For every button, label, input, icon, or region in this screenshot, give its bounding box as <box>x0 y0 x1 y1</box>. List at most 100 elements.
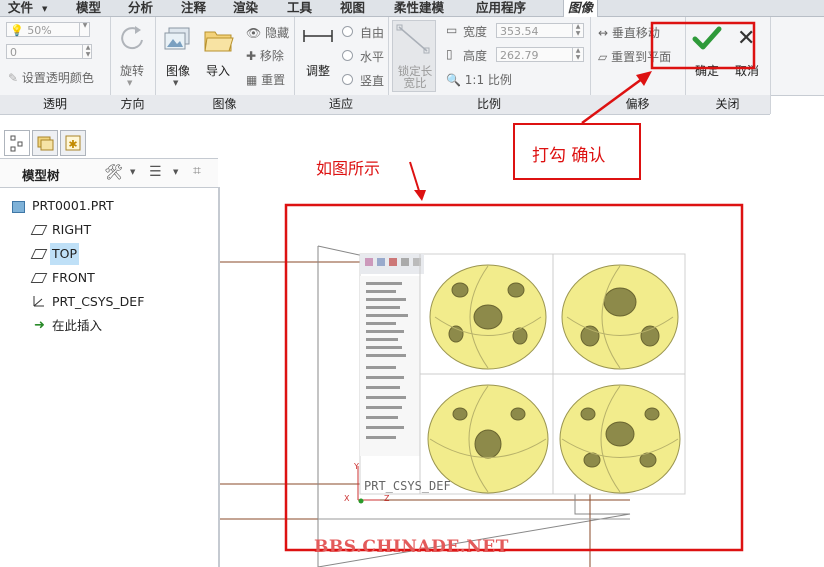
tree-item-label: TOP <box>50 243 80 265</box>
fit-free-label: 自由 <box>360 26 385 40</box>
image-label: 图像 <box>166 64 191 78</box>
transparency-value-field[interactable]: 0 <box>6 44 92 59</box>
menu-flexible-modeling[interactable]: 柔性建模 <box>394 0 444 16</box>
menu-model[interactable]: 模型 <box>76 0 101 16</box>
tab-model-tree[interactable] <box>4 130 30 156</box>
height-icon: ▯ <box>446 47 453 61</box>
scale-icon: 🔍 <box>446 73 461 87</box>
tree-item-label: RIGHT <box>52 222 92 237</box>
height-stepper[interactable]: ▲ ▼ <box>572 47 583 62</box>
tree-item-label: PRT0001.PRT <box>32 198 114 213</box>
rotate-icon <box>121 26 143 50</box>
datum-plane-icon <box>30 225 48 235</box>
menu-view[interactable]: 视图 <box>340 0 365 16</box>
bulb-icon: 💡 <box>10 24 24 37</box>
navigator-tabs: ✱ <box>0 128 220 158</box>
callout-confirm-text: 打勾 确认 <box>532 146 606 166</box>
menu-tools[interactable]: 工具 <box>287 0 312 16</box>
tree-columns-button[interactable]: ☰ <box>149 164 162 180</box>
lock-ratio-icon <box>396 24 430 54</box>
fit-horizontal-label: 水平 <box>360 50 385 64</box>
group-label-close: 关闭 <box>715 97 740 111</box>
eyedropper-icon: ✎ <box>8 71 19 85</box>
model-tree-header: 模型树 🛠 ▼ ☰ ▼ ⌗ <box>0 158 218 188</box>
transparency-percent-value: 50% <box>27 24 52 37</box>
transparency-dropdown-icon[interactable]: ▼ <box>79 22 90 37</box>
tree-item-front[interactable]: FRONT <box>0 267 216 289</box>
fit-horizontal-radio[interactable] <box>342 50 353 61</box>
tab-favorites[interactable]: ✱ <box>60 130 86 156</box>
cancel-button[interactable]: ✕ <box>737 28 757 50</box>
group-label-transparency: 透明 <box>42 97 67 111</box>
tree-item-top[interactable]: TOP <box>0 243 216 265</box>
svg-text:✱: ✱ <box>68 138 77 151</box>
chevron-down-icon[interactable]: ▼ <box>173 168 178 176</box>
tree-item-insert-here[interactable]: ➜ 在此插入 <box>0 315 216 337</box>
import-button[interactable] <box>203 26 235 54</box>
transparency-stepper[interactable]: ▲ ▼ <box>82 44 93 59</box>
fit-free-radio[interactable] <box>342 26 353 37</box>
datum-plane-icon <box>30 249 48 259</box>
chevron-down-icon: ▼ <box>173 79 179 87</box>
adjust-button[interactable] <box>302 26 334 50</box>
adjust-label: 调整 <box>306 64 331 78</box>
axis-x-label: X <box>344 494 350 503</box>
menu-file[interactable]: 文件 <box>8 0 33 16</box>
image-stack-icon <box>164 27 190 50</box>
menu-annotate[interactable]: 注释 <box>181 0 206 16</box>
ribbon-group-bar: 透明 方向 图像 适应 比例 偏移 关闭 <box>0 95 770 115</box>
chevron-down-icon[interactable]: ▼ <box>130 168 135 176</box>
folders-icon <box>37 136 54 151</box>
tools-icon: 🛠 <box>104 163 124 181</box>
vertical-move-label: 垂直移动 <box>611 26 660 40</box>
group-label-image: 图像 <box>212 97 237 111</box>
axis-z-label: Z <box>384 494 390 503</box>
transparency-value: 0 <box>10 46 17 59</box>
tree-item-csys[interactable]: PRT_CSYS_DEF <box>0 291 216 313</box>
chevron-down-icon: ▼ <box>42 5 48 13</box>
group-label-offset: 偏移 <box>625 97 650 111</box>
vertical-move-button[interactable]: ↔ 垂直移动 <box>598 24 660 41</box>
callout-image-text: 如图所示 <box>316 159 381 178</box>
tab-folder-browser[interactable] <box>32 130 58 156</box>
hide-button[interactable]: 👁 隐藏 <box>246 24 289 41</box>
tree-settings-button[interactable]: 🛠 <box>104 163 123 181</box>
favorites-icon: ✱ <box>65 135 81 151</box>
width-stepper[interactable]: ▲ ▼ <box>572 23 583 38</box>
height-field[interactable]: 262.79 <box>496 47 584 62</box>
scale-one-to-one-button[interactable]: 🔍 1:1 比例 <box>446 71 512 88</box>
plane-reset-icon: ▱ <box>598 50 608 64</box>
menu-render[interactable]: 渲染 <box>233 0 258 16</box>
reset-to-plane-button[interactable]: ▱ 重置到平面 <box>598 48 671 65</box>
menu-analysis[interactable]: 分析 <box>128 0 153 16</box>
menu-applications[interactable]: 应用程序 <box>476 0 526 16</box>
width-value: 353.54 <box>500 25 539 38</box>
tree-item-part[interactable]: PRT0001.PRT <box>0 195 216 217</box>
lock-aspect-ratio-button[interactable]: 锁定长 宽比 <box>392 20 436 92</box>
remove-button[interactable]: ✚ 移除 <box>246 47 284 64</box>
height-value: 262.79 <box>500 49 539 62</box>
import-label: 导入 <box>206 64 231 78</box>
tree-item-right[interactable]: RIGHT <box>0 219 216 241</box>
width-field[interactable]: 353.54 <box>496 23 584 38</box>
image-button[interactable] <box>163 26 193 54</box>
group-label-scale: 比例 <box>476 97 501 111</box>
insert-arrow-icon: ➜ <box>34 318 45 333</box>
ok-button[interactable] <box>692 24 722 54</box>
menu-image[interactable]: 图像 <box>563 0 599 18</box>
tree-filter-button[interactable]: ⌗ <box>193 163 201 179</box>
remove-icon: ✚ <box>246 49 257 63</box>
axis-y-label: Y <box>354 462 359 471</box>
rotate-button[interactable] <box>118 24 146 52</box>
tree-icon <box>10 135 23 152</box>
fit-vertical-radio[interactable] <box>342 74 353 85</box>
ok-label: 确定 <box>695 64 720 78</box>
close-icon: ✕ <box>737 26 756 51</box>
rotate-label: 旋转 <box>120 64 145 78</box>
scale-one-to-one-label: 1:1 比例 <box>464 73 512 87</box>
set-transparent-color-button[interactable]: ✎ 设置透明颜色 <box>8 69 94 86</box>
width-label: 宽度 <box>463 25 488 39</box>
reset-button[interactable]: ▦ 重置 <box>246 71 285 88</box>
checkmark-icon <box>692 26 722 50</box>
transparency-percent-field[interactable]: 💡 50% <box>6 22 90 37</box>
